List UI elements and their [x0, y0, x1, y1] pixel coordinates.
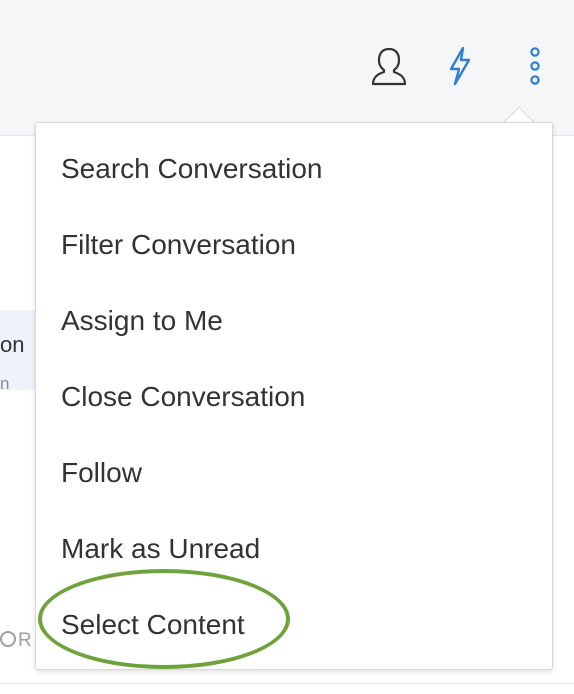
menu-item-mark-as-unread[interactable]: Mark as Unread: [36, 511, 552, 587]
conversation-subtitle-fragment: n: [0, 374, 10, 393]
menu-item-follow[interactable]: Follow: [36, 435, 552, 511]
menu-item-select-content[interactable]: Select Content: [36, 587, 552, 663]
user-icon[interactable]: [366, 44, 412, 88]
more-vertical-icon[interactable]: [520, 44, 550, 88]
conversation-bottom-fragment: R: [0, 630, 32, 652]
top-header: [0, 0, 574, 136]
lightning-bolt-icon[interactable]: [442, 44, 478, 88]
conversation-bottom-text: R: [18, 630, 32, 651]
conversation-title-fragment: on: [0, 332, 25, 357]
divider: [0, 683, 574, 684]
menu-item-assign-to-me[interactable]: Assign to Me: [36, 283, 552, 359]
menu-item-filter-conversation[interactable]: Filter Conversation: [36, 207, 552, 283]
status-ring-icon: [0, 631, 16, 647]
conversation-actions-menu: Search Conversation Filter Conversation …: [35, 122, 553, 670]
menu-item-close-conversation[interactable]: Close Conversation: [36, 359, 552, 435]
menu-item-search-conversation[interactable]: Search Conversation: [36, 131, 552, 207]
